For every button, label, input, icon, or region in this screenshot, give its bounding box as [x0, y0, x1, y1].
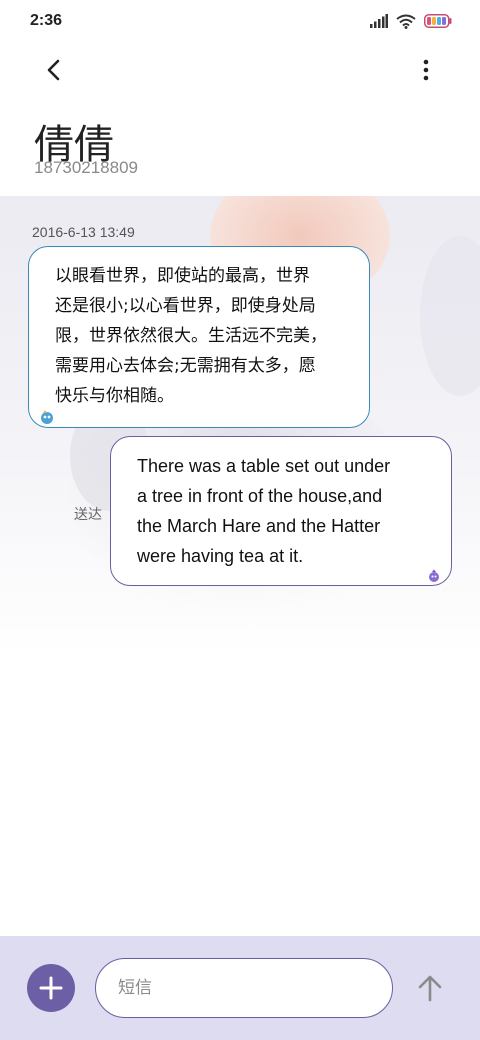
back-button[interactable] [36, 52, 72, 88]
message-line: 还是很小;以心看世界，即使身处局 [55, 296, 316, 316]
message-line: 限，世界依然很大。生活远不完美， [55, 326, 327, 346]
message-line: 快乐与你相随。 [55, 386, 174, 406]
conversation-area[interactable]: 2016-6-13 13:49 以眼看世界，即使站的最高，世界 还是很小;以心看… [0, 196, 480, 936]
bubble-mascot-icon [41, 410, 53, 424]
more-vertical-icon [423, 59, 429, 81]
plus-icon [39, 976, 63, 1000]
battery-icon [424, 14, 452, 28]
message-input[interactable] [95, 958, 393, 1018]
status-bar: 2:36 [0, 0, 480, 42]
top-bar [0, 42, 480, 98]
incoming-message-bubble[interactable]: 以眼看世界，即使站的最高，世界 还是很小;以心看世界，即使身处局 限，世界依然很… [28, 246, 370, 428]
message-line: 以眼看世界，即使站的最高，世界 [55, 266, 310, 286]
send-arrow-icon [418, 975, 442, 1002]
status-time: 2:36 [30, 12, 63, 29]
message-line: the March Hare and the Hatter [137, 516, 381, 536]
bubble-mascot-icon [429, 569, 439, 582]
contact-number[interactable]: 18730218809 [34, 158, 138, 178]
message-line: a tree in front of the house,and [137, 486, 383, 506]
message-line: were having tea at it. [137, 546, 304, 566]
back-arrow-icon [47, 59, 60, 81]
message-timestamp: 2016-6-13 13:49 [32, 224, 135, 240]
status-icons [370, 14, 452, 29]
add-attachment-button[interactable] [27, 964, 75, 1012]
outgoing-message-bubble[interactable]: There was a table set out under a tree i… [110, 436, 452, 586]
wifi-icon [396, 14, 416, 29]
composer-bar [0, 936, 480, 1040]
message-line: 需要用心去体会;无需拥有太多，愿 [55, 356, 316, 376]
more-options-button[interactable] [408, 52, 444, 88]
delivery-status: 送达 [74, 507, 102, 523]
signal-icon [370, 14, 388, 28]
send-button[interactable] [412, 970, 448, 1006]
message-line: There was a table set out under [137, 456, 391, 476]
